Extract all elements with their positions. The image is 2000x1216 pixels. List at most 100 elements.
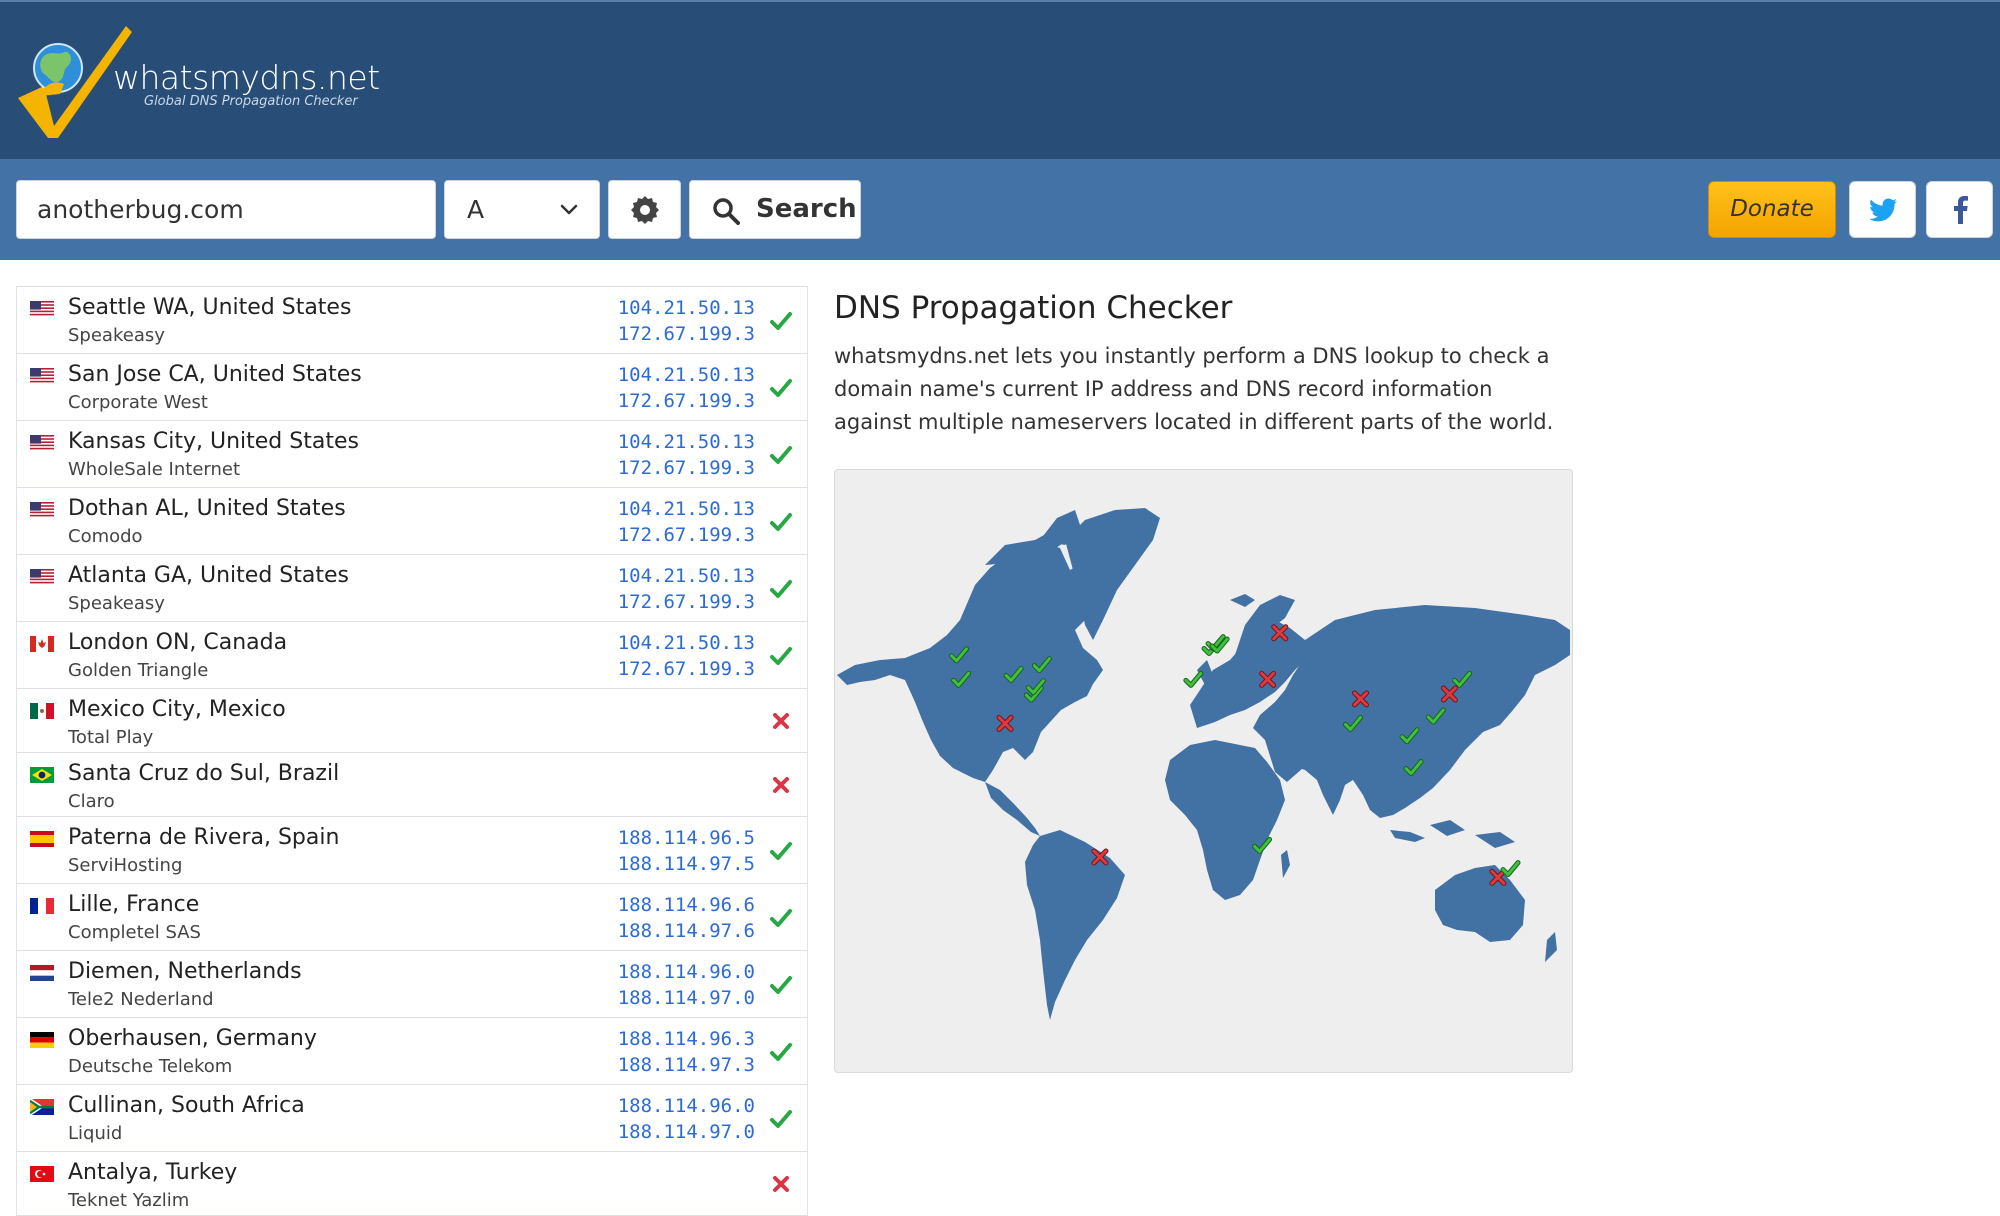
- result-row[interactable]: Seattle WA, United States Speakeasy 104.21…: [17, 287, 807, 354]
- ca-flag-icon: [30, 636, 54, 652]
- result-location: Mexico City, Mexico: [68, 697, 286, 722]
- result-row[interactable]: Atlanta GA, United States Speakeasy 104.21…: [17, 555, 807, 622]
- result-ip-address[interactable]: 188.114.96.6: [618, 892, 755, 918]
- result-provider: Completel SAS: [68, 922, 201, 943]
- result-provider: Corporate West: [68, 392, 208, 413]
- result-row[interactable]: Mexico City, Mexico Total Play: [17, 689, 807, 753]
- result-provider: Speakeasy: [68, 325, 165, 346]
- result-location: Dothan AL, United States: [68, 496, 346, 521]
- gear-icon: [631, 196, 659, 224]
- za-flag-icon: [30, 1099, 54, 1115]
- result-ip-address[interactable]: 172.67.199.3: [618, 589, 755, 615]
- result-ip-list: 104.21.50.13 172.67.199.3: [618, 362, 755, 414]
- result-ip-address[interactable]: 172.67.199.3: [618, 522, 755, 548]
- facebook-button[interactable]: [1926, 181, 1993, 238]
- result-row[interactable]: Lille, France Completel SAS 188.114.96.6 18…: [17, 884, 807, 951]
- result-provider: Teknet Yazlim: [68, 1190, 190, 1211]
- map-checkmark-marker[interactable]: [1500, 860, 1521, 878]
- result-ip-address[interactable]: 172.67.199.3: [618, 656, 755, 682]
- result-ip-address[interactable]: 188.114.97.6: [618, 918, 755, 944]
- site-header: whatsmydns.net Global DNS Propagation Ch…: [0, 0, 2000, 159]
- result-ip-address[interactable]: 104.21.50.13: [618, 295, 755, 321]
- indonesia-shape: [1390, 830, 1425, 842]
- record-type-select[interactable]: A: [444, 180, 600, 239]
- donate-button[interactable]: Donate: [1708, 181, 1836, 238]
- settings-button[interactable]: [608, 180, 681, 239]
- result-ip-address[interactable]: 104.21.50.13: [618, 362, 755, 388]
- result-ip-list: 188.114.96.5 188.114.97.5: [618, 825, 755, 877]
- us-flag-icon: [30, 502, 54, 518]
- nl-flag-icon: [30, 965, 54, 981]
- result-ip-address[interactable]: 188.114.96.3: [618, 1026, 755, 1052]
- cross-icon: [773, 713, 789, 729]
- page-title: DNS Propagation Checker: [834, 290, 1233, 326]
- result-location: Antalya, Turkey: [68, 1160, 238, 1185]
- result-provider: Claro: [68, 791, 115, 812]
- page-description: whatsmydns.net lets you instantly perfor…: [834, 344, 1554, 434]
- result-ip-address[interactable]: 188.114.97.0: [618, 985, 755, 1011]
- world-map: [834, 469, 1573, 1073]
- checkmark-icon: [770, 909, 792, 927]
- result-row[interactable]: Kansas City, United States WholeSale Inte…: [17, 421, 807, 488]
- result-location: Seattle WA, United States: [68, 295, 352, 320]
- result-row[interactable]: London ON, Canada Golden Triangle 104.21.5…: [17, 622, 807, 689]
- new-zealand-shape: [1545, 932, 1557, 962]
- twitter-icon: [1869, 198, 1897, 222]
- result-ip-address[interactable]: 104.21.50.13: [618, 496, 755, 522]
- result-ip-address[interactable]: 104.21.50.13: [618, 563, 755, 589]
- south-america-shape: [1025, 830, 1125, 1020]
- world-map-canvas: [837, 508, 1570, 1020]
- result-row[interactable]: Antalya, Turkey Teknet Yazlim: [17, 1152, 807, 1216]
- india-shape: [1313, 762, 1350, 815]
- us-flag-icon: [30, 301, 54, 317]
- result-row[interactable]: Cullinan, South Africa Liquid 188.114.96.0…: [17, 1085, 807, 1152]
- tr-flag-icon: [30, 1166, 54, 1182]
- mx-flag-icon: [30, 703, 54, 719]
- result-ip-address[interactable]: 172.67.199.3: [618, 388, 755, 414]
- checkmark-icon: [770, 446, 792, 464]
- search-button[interactable]: Search: [689, 180, 861, 239]
- result-ip-list: 104.21.50.13 172.67.199.3: [618, 630, 755, 682]
- result-ip-address[interactable]: 188.114.97.0: [618, 1119, 755, 1145]
- checkmark-icon: [770, 647, 792, 665]
- result-location: Paterna de Rivera, Spain: [68, 825, 340, 850]
- result-ip-list: 104.21.50.13 172.67.199.3: [618, 429, 755, 481]
- result-ip-address[interactable]: 172.67.199.3: [618, 455, 755, 481]
- result-ip-address[interactable]: 188.114.97.5: [618, 851, 755, 877]
- result-row[interactable]: Diemen, Netherlands Tele2 Nederland 188.11…: [17, 951, 807, 1018]
- result-ip-address[interactable]: 188.114.96.0: [618, 959, 755, 985]
- result-location: Diemen, Netherlands: [68, 959, 302, 984]
- result-location: London ON, Canada: [68, 630, 288, 655]
- result-provider: Tele2 Nederland: [68, 989, 214, 1010]
- brand-name[interactable]: whatsmydns.net: [113, 58, 380, 97]
- result-row[interactable]: Dothan AL, United States Comodo 104.21.50.…: [17, 488, 807, 555]
- twitter-button[interactable]: [1849, 181, 1916, 238]
- result-ip-address[interactable]: 172.67.199.3: [618, 321, 755, 347]
- result-row[interactable]: Santa Cruz do Sul, Brazil Claro: [17, 753, 807, 817]
- us-flag-icon: [30, 569, 54, 585]
- checkmark-icon: [770, 513, 792, 531]
- result-ip-address[interactable]: 188.114.96.0: [618, 1093, 755, 1119]
- result-row[interactable]: San Jose CA, United States Corporate West…: [17, 354, 807, 421]
- australia-shape: [1435, 865, 1525, 942]
- result-ip-address[interactable]: 104.21.50.13: [618, 630, 755, 656]
- domain-input[interactable]: anotherbug.com: [16, 180, 436, 239]
- chevron-down-icon: [560, 204, 578, 215]
- result-location: Santa Cruz do Sul, Brazil: [68, 761, 340, 786]
- indonesia-shape: [1430, 820, 1465, 836]
- map-checkmark-marker[interactable]: [1183, 670, 1204, 688]
- es-flag-icon: [30, 831, 54, 847]
- facebook-icon: [1954, 196, 1968, 224]
- checkmark-icon: [770, 1110, 792, 1128]
- result-location: Cullinan, South Africa: [68, 1093, 305, 1118]
- central-america-shape: [985, 782, 1040, 836]
- cross-icon: [773, 1176, 789, 1192]
- result-location: Atlanta GA, United States: [68, 563, 349, 588]
- checkmark-icon: [770, 312, 792, 330]
- result-ip-address[interactable]: 104.21.50.13: [618, 429, 755, 455]
- result-ip-address[interactable]: 188.114.96.5: [618, 825, 755, 851]
- result-ip-address[interactable]: 188.114.97.3: [618, 1052, 755, 1078]
- result-row[interactable]: Paterna de Rivera, Spain ServiHosting 188.…: [17, 817, 807, 884]
- br-flag-icon: [30, 767, 54, 783]
- result-row[interactable]: Oberhausen, Germany Deutsche Telekom 188.1…: [17, 1018, 807, 1085]
